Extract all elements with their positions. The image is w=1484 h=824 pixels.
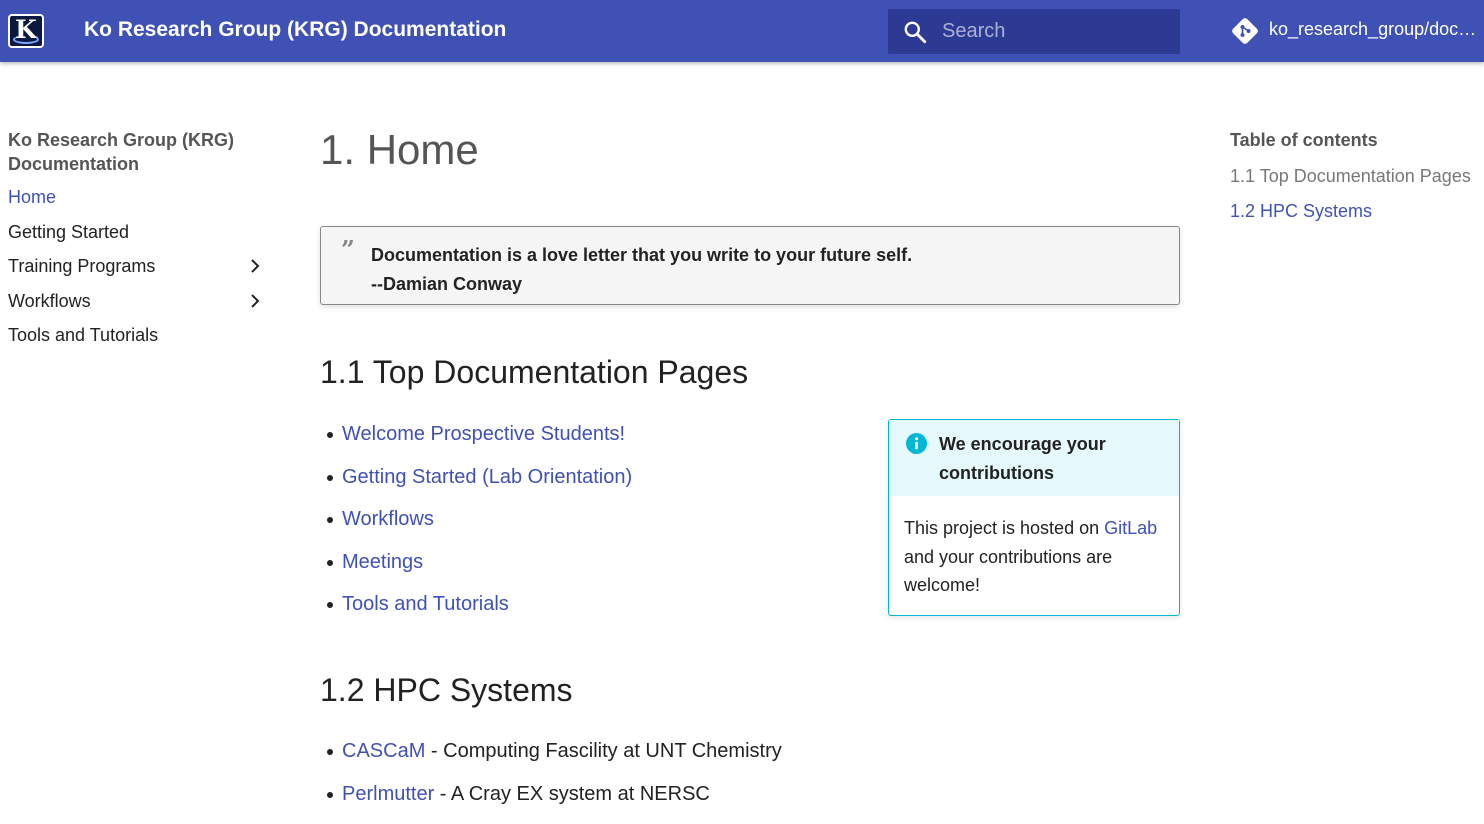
list-item: Perlmutter - A Cray EX system at NERSC bbox=[342, 782, 782, 824]
git-icon bbox=[1230, 16, 1260, 46]
list-item-description: - A Cray EX system at NERSC bbox=[434, 783, 710, 805]
krg-logo-icon[interactable]: K bbox=[8, 14, 44, 48]
site-title[interactable]: Ko Research Group (KRG) Documentation bbox=[84, 18, 506, 42]
list-item: Tools and Tutorials bbox=[342, 592, 632, 635]
list-item: Welcome Prospective Students! bbox=[342, 422, 632, 465]
section-heading-hpc-systems: 1.2 HPC Systems bbox=[320, 672, 573, 709]
nav-item-home[interactable]: Home bbox=[8, 186, 270, 221]
chevron-right-icon[interactable] bbox=[246, 292, 264, 310]
link-tools-and-tutorials[interactable]: Tools and Tutorials bbox=[342, 593, 509, 615]
admonition-body: This project is hosted on GitLab and you… bbox=[904, 514, 1172, 600]
nav-item-getting-started[interactable]: Getting Started bbox=[8, 221, 270, 256]
list-item: Workflows bbox=[342, 507, 632, 550]
nav-item-label: Home bbox=[8, 187, 56, 207]
top-pages-list: Welcome Prospective Students! Getting St… bbox=[342, 422, 632, 635]
primary-sidebar: Ko Research Group (KRG) Documentation Ho… bbox=[8, 128, 270, 359]
link-cascam[interactable]: CASCaM bbox=[342, 740, 425, 762]
search-icon[interactable] bbox=[902, 19, 928, 45]
list-item: Getting Started (Lab Orientation) bbox=[342, 465, 632, 508]
link-meetings[interactable]: Meetings bbox=[342, 551, 423, 573]
quote-block: ” Documentation is a love letter that yo… bbox=[320, 226, 1180, 305]
top-header: K Ko Research Group (KRG) Documentation … bbox=[0, 0, 1484, 62]
toc-item-top-pages[interactable]: 1.1 Top Documentation Pages bbox=[1230, 165, 1484, 187]
logo-swoosh bbox=[13, 35, 39, 44]
admonition-text: This project is hosted on bbox=[904, 518, 1104, 538]
search-input[interactable] bbox=[942, 17, 1162, 45]
admonition-title: We encourage your contributions bbox=[939, 430, 1159, 488]
chevron-right-icon[interactable] bbox=[246, 257, 264, 275]
link-prospective-students[interactable]: Welcome Prospective Students! bbox=[342, 423, 625, 445]
section-heading-top-pages: 1.1 Top Documentation Pages bbox=[320, 354, 748, 391]
nav-item-tools-and-tutorials[interactable]: Tools and Tutorials bbox=[8, 324, 270, 359]
link-perlmutter[interactable]: Perlmutter bbox=[342, 783, 434, 805]
table-of-contents: Table of contents 1.1 Top Documentation … bbox=[1230, 128, 1484, 222]
link-workflows[interactable]: Workflows bbox=[342, 508, 434, 530]
quote-icon: ” bbox=[341, 235, 355, 264]
quote-text: Documentation is a love letter that you … bbox=[371, 241, 912, 299]
nav-item-label: Training Programs bbox=[8, 256, 155, 276]
list-item: Meetings bbox=[342, 550, 632, 593]
nav-item-workflows[interactable]: Workflows bbox=[8, 290, 270, 325]
quote-attribution: --Damian Conway bbox=[371, 270, 912, 299]
toc-item-hpc-systems[interactable]: 1.2 HPC Systems bbox=[1230, 200, 1484, 222]
nav-title: Ko Research Group (KRG) Documentation bbox=[8, 128, 270, 176]
link-getting-started[interactable]: Getting Started (Lab Orientation) bbox=[342, 466, 632, 488]
gitlab-link[interactable]: GitLab bbox=[1104, 518, 1157, 538]
list-item: CASCaM - Computing Fascility at UNT Chem… bbox=[342, 739, 782, 782]
nav-item-label: Tools and Tutorials bbox=[8, 325, 158, 345]
info-admonition: We encourage your contributions This pro… bbox=[888, 419, 1180, 616]
toc-title: Table of contents bbox=[1230, 128, 1484, 152]
nav-item-label: Getting Started bbox=[8, 222, 129, 242]
admonition-text: and your contributions are welcome! bbox=[904, 547, 1112, 596]
nav-list: Home Getting Started Training Programs W… bbox=[8, 186, 270, 359]
page-title: 1. Home bbox=[320, 126, 479, 174]
admonition-header: We encourage your contributions bbox=[889, 420, 1179, 496]
nav-item-label: Workflows bbox=[8, 291, 91, 311]
repo-link[interactable]: ko_research_group/documentation bbox=[1230, 16, 1484, 46]
hpc-systems-list: CASCaM - Computing Fascility at UNT Chem… bbox=[342, 739, 782, 824]
quote-line: Documentation is a love letter that you … bbox=[371, 241, 912, 270]
info-icon bbox=[906, 433, 927, 454]
repo-name: ko_research_group/documentation bbox=[1269, 19, 1481, 40]
search-box[interactable] bbox=[888, 9, 1180, 54]
nav-item-training-programs[interactable]: Training Programs bbox=[8, 255, 270, 290]
list-item-description: - Computing Fascility at UNT Chemistry bbox=[425, 740, 781, 762]
